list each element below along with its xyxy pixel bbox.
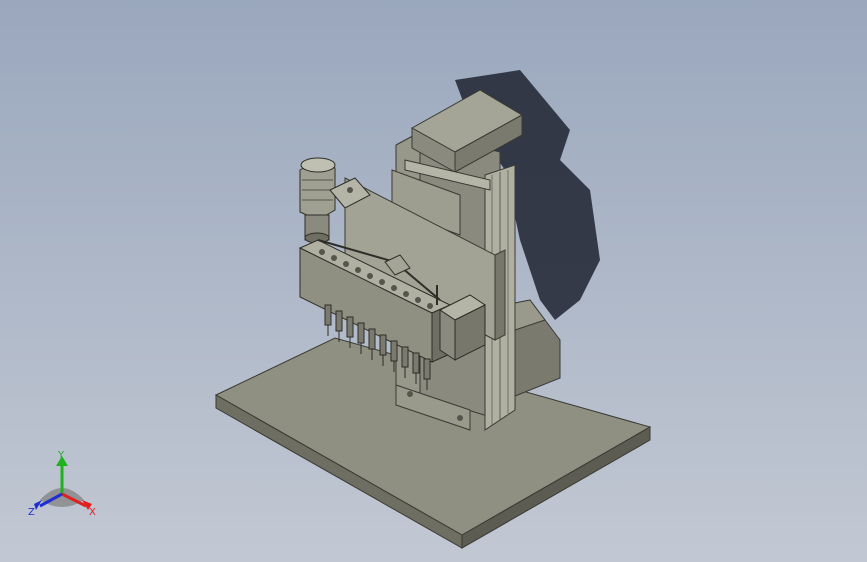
drill-spindle[interactable]	[324, 304, 332, 336]
drill-spindle[interactable]	[335, 310, 343, 342]
cad-model-assembly[interactable]	[0, 0, 867, 562]
3d-viewport[interactable]: Y X Z	[0, 0, 867, 562]
spindle-motor[interactable]	[299, 157, 336, 244]
x-axis-label: X	[89, 507, 96, 518]
y-axis-label: Y	[57, 450, 65, 461]
z-axis-label: Z	[28, 507, 35, 518]
orientation-triad[interactable]: Y X Z	[22, 448, 106, 522]
